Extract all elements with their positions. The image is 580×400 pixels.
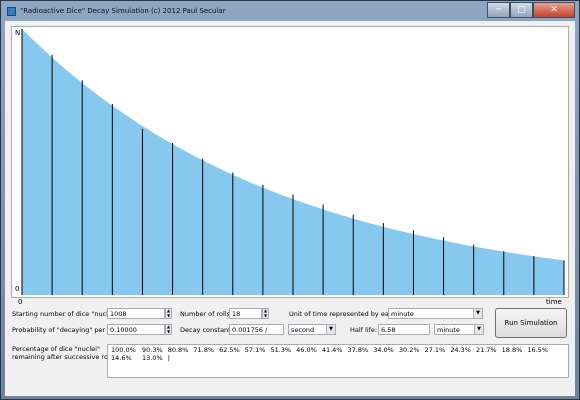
unit-select[interactable]: minute ▼ bbox=[388, 308, 483, 319]
maximize-button[interactable]: □ bbox=[510, 2, 533, 18]
close-button[interactable]: ✕ bbox=[533, 2, 575, 18]
results-row1-cell: 57.1% bbox=[244, 346, 266, 354]
half-life-field: 6.58 bbox=[378, 324, 430, 335]
results-label-line1: Percentage of dice "nuclei" bbox=[12, 345, 100, 353]
y-axis-label: N bbox=[15, 29, 21, 37]
results-row-2: 14.6% 13.0% | bbox=[111, 354, 565, 362]
results-row2-cell: 13.0% bbox=[142, 354, 163, 362]
chevron-down-icon[interactable]: ▼ bbox=[326, 325, 335, 334]
results-row1-cell: 71.8% bbox=[193, 346, 215, 354]
results-row1-cell: 46.0% bbox=[296, 346, 317, 354]
controls-panel: Starting number of dice "nuclei": 1008 ▲… bbox=[5, 306, 575, 396]
results-row1-cell: 24.3% bbox=[450, 346, 471, 354]
y-origin-label: 0 bbox=[15, 285, 20, 293]
chart-svg bbox=[21, 29, 565, 295]
rolls-label: Number of rolls: bbox=[180, 310, 233, 318]
half-life-label: Half life: bbox=[350, 326, 378, 334]
minimize-button[interactable]: ─ bbox=[487, 2, 510, 18]
title-bar: "Radioactive Dice" Decay Simulation (c) … bbox=[1, 1, 579, 21]
results-row1-cell: 41.4% bbox=[321, 346, 343, 354]
text-cursor: | bbox=[167, 354, 170, 362]
chevron-down-icon[interactable]: ▼ bbox=[474, 325, 483, 334]
start-nuclei-input[interactable]: 1008 bbox=[107, 308, 165, 319]
probability-spinner[interactable]: ▲ ▼ bbox=[165, 324, 172, 335]
x-axis-label: time bbox=[546, 298, 562, 306]
results-row1-cell: 37.8% bbox=[347, 346, 369, 354]
window-title: "Radioactive Dice" Decay Simulation (c) … bbox=[20, 7, 226, 15]
results-row1-cell: 51.3% bbox=[270, 346, 292, 354]
decay-chart: N 0 bbox=[11, 26, 569, 298]
results-row1-cell: 62.5% bbox=[219, 346, 240, 354]
x-origin-label: 0 bbox=[18, 298, 23, 306]
run-simulation-button[interactable]: Run Simulation bbox=[495, 308, 567, 338]
results-textbox[interactable]: 100.0% 90.3% 80.8% 71.8% 62.5% 57.1% 51.3% 46.0… bbox=[107, 344, 569, 378]
probability-label: Probability of "decaying" per roll: bbox=[12, 326, 120, 334]
rolls-spinner[interactable]: ▲ ▼ bbox=[262, 308, 269, 319]
decay-unit-select[interactable]: second ▼ bbox=[288, 324, 336, 335]
app-window: "Radioactive Dice" Decay Simulation (c) … bbox=[0, 0, 580, 400]
results-row1-cell: 21.7% bbox=[475, 346, 497, 354]
results-row1-cell: 16.5% bbox=[527, 346, 548, 354]
results-label-line2: remaining after successive rolls: bbox=[12, 353, 118, 361]
probability-input[interactable]: 0.10000 bbox=[107, 324, 165, 335]
start-nuclei-label: Starting number of dice "nuclei": bbox=[12, 310, 119, 318]
results-row1-cell: 80.8% bbox=[167, 346, 189, 354]
start-nuclei-spinner[interactable]: ▲ ▼ bbox=[165, 308, 172, 319]
results-row2-cell: 14.6% bbox=[111, 354, 132, 362]
unit-select-value: minute bbox=[391, 310, 414, 318]
half-life-unit-value: minute bbox=[437, 326, 460, 334]
results-row1-cell: 90.3% bbox=[142, 346, 163, 354]
results-row1-cell: 27.1% bbox=[424, 346, 446, 354]
window-controls: ─ □ ✕ bbox=[487, 2, 575, 18]
results-row1-cell: 18.8% bbox=[501, 346, 523, 354]
rolls-input[interactable]: 18 bbox=[229, 308, 262, 319]
results-row1-cell: 34.0% bbox=[373, 346, 394, 354]
app-icon bbox=[7, 6, 16, 16]
decay-constant-label: Decay constant: bbox=[180, 326, 233, 334]
client-area: N 0 0 time Starting number of dice "nucl… bbox=[5, 21, 575, 396]
results-row1-cell: 30.2% bbox=[398, 346, 420, 354]
decay-unit-value: second bbox=[291, 326, 315, 334]
chevron-down-icon[interactable]: ▼ bbox=[473, 309, 482, 318]
results-row-1: 100.0% 90.3% 80.8% 71.8% 62.5% 57.1% 51.3% 46.0… bbox=[111, 346, 565, 354]
decay-constant-field: 0.001756 / bbox=[229, 324, 284, 335]
results-row1-cell: 100.0% bbox=[111, 346, 136, 354]
half-life-unit-select[interactable]: minute ▼ bbox=[434, 324, 484, 335]
